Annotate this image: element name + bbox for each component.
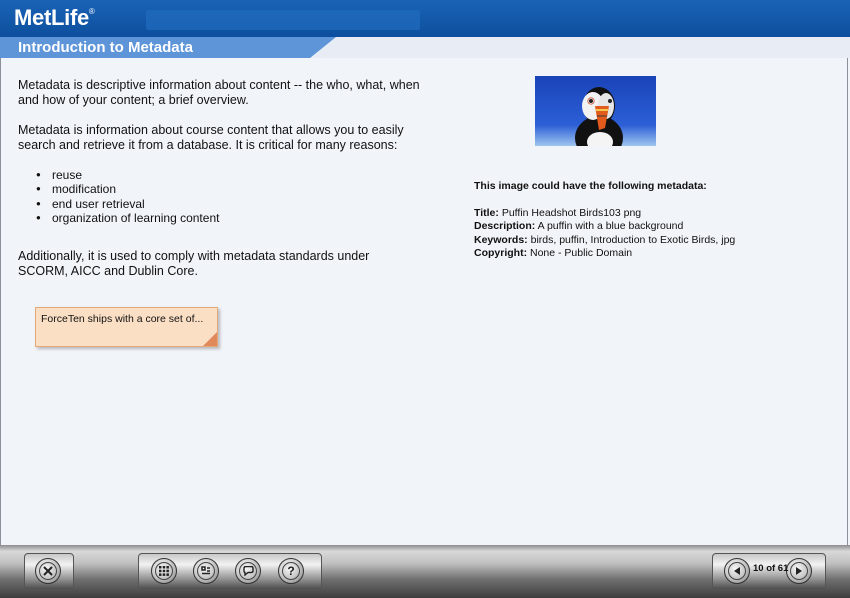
right-arrow-icon bbox=[790, 562, 808, 580]
list-item: organization of learning content bbox=[34, 211, 219, 226]
menu-button[interactable] bbox=[151, 558, 177, 584]
lesson-title-bar: Introduction to Metadata bbox=[0, 37, 850, 58]
question-icon: ? bbox=[282, 562, 300, 580]
grid-menu-icon bbox=[155, 562, 173, 580]
left-arrow-icon bbox=[728, 562, 746, 580]
metadata-copyright-row: Copyright: None - Public Domain bbox=[474, 246, 633, 259]
help-button[interactable]: ? bbox=[278, 558, 304, 584]
list-item: reuse bbox=[34, 168, 219, 183]
previous-page-button[interactable] bbox=[724, 558, 750, 584]
lesson-title: Introduction to Metadata bbox=[18, 39, 193, 56]
metlife-logo: MetLife® bbox=[14, 5, 95, 30]
navigation-toolbar: ? bbox=[0, 545, 850, 598]
metadata-block: Title: Puffin Headshot Birds103 png Desc… bbox=[474, 207, 739, 260]
speech-bubble-icon bbox=[239, 562, 257, 580]
header-banner-area bbox=[146, 10, 420, 30]
metadata-description-row: Description: A puffin with a blue backgr… bbox=[474, 220, 684, 233]
puffin-image bbox=[535, 76, 656, 146]
glossary-button[interactable] bbox=[235, 558, 261, 584]
close-icon bbox=[39, 562, 57, 580]
reasons-list: reuse modification end user retrieval or… bbox=[34, 168, 219, 225]
note-text: ForceTen ships with a core set of... bbox=[41, 313, 204, 325]
definition-paragraph: Metadata is information about course con… bbox=[18, 123, 404, 152]
intro-paragraph: Metadata is descriptive information abou… bbox=[18, 78, 420, 107]
metadata-keywords-row: Keywords: birds, puffin, Introduction to… bbox=[474, 233, 736, 246]
header-bar: MetLife® bbox=[0, 0, 850, 37]
metadata-heading: This image could have the following meta… bbox=[474, 180, 707, 192]
list-item: modification bbox=[34, 182, 219, 197]
lesson-title-tab: Introduction to Metadata bbox=[0, 37, 336, 58]
index-icon bbox=[197, 562, 215, 580]
list-item: end user retrieval bbox=[34, 197, 219, 212]
page-indicator: 10 of 61 bbox=[753, 563, 789, 574]
metadata-title-row: Title: Puffin Headshot Birds103 png bbox=[474, 207, 642, 219]
exit-button[interactable] bbox=[35, 558, 61, 584]
puffin-illustration bbox=[575, 87, 623, 146]
standards-paragraph: Additionally, it is used to comply with … bbox=[18, 249, 370, 278]
next-page-button[interactable] bbox=[786, 558, 812, 584]
index-button[interactable] bbox=[193, 558, 219, 584]
sticky-note[interactable]: ForceTen ships with a core set of... bbox=[35, 307, 218, 347]
note-fold-corner bbox=[203, 332, 217, 346]
